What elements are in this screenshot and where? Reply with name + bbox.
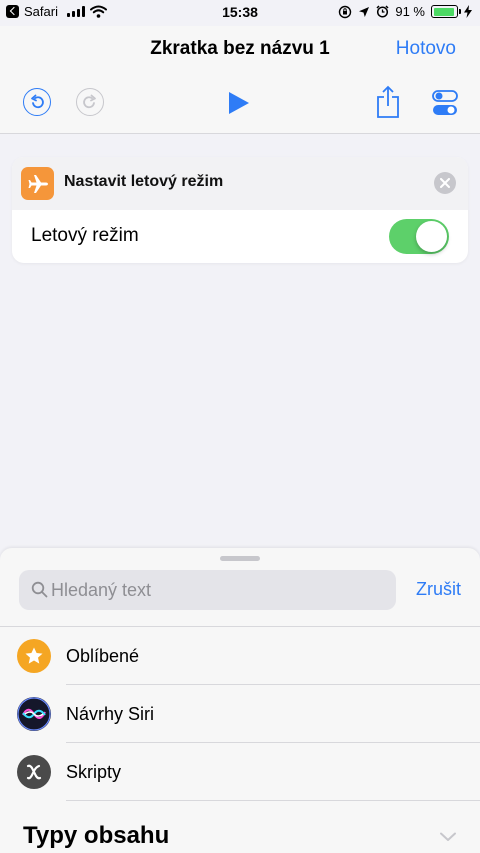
search-field[interactable]: [19, 570, 396, 610]
status-bar: Safari 15:38 91 %: [0, 0, 480, 26]
alarm-icon: [376, 5, 389, 18]
charging-icon: [464, 5, 472, 18]
category-scripting[interactable]: Skripty: [0, 743, 480, 801]
action-title: Nastavit letový režim: [64, 173, 224, 190]
redo-button[interactable]: [76, 88, 104, 116]
airplane-mode-toggle[interactable]: [389, 219, 449, 254]
play-icon: [229, 92, 249, 114]
airplane-mode-label: Letový režim: [31, 225, 139, 246]
remove-action-button[interactable]: [434, 172, 456, 194]
done-button[interactable]: Hotovo: [396, 38, 456, 60]
action-card[interactable]: Nastavit letový režim Letový režim: [12, 157, 468, 263]
rotation-lock-icon: [339, 5, 352, 18]
close-icon: [440, 178, 450, 188]
separator: [66, 800, 480, 801]
content-types-heading[interactable]: Typy obsahu: [23, 822, 169, 850]
redo-icon: [76, 88, 104, 116]
actions-sheet: Zrušit Oblíbené Návrhy Siri: [0, 548, 480, 853]
category-siri-suggestions[interactable]: Návrhy Siri: [0, 685, 480, 743]
siri-icon: [17, 697, 51, 731]
search-icon: [31, 581, 48, 603]
chevron-down-icon[interactable]: [440, 832, 456, 842]
share-icon: [377, 85, 399, 118]
settings-button[interactable]: [432, 89, 458, 122]
category-label: Návrhy Siri: [66, 704, 155, 724]
navigation-bar: Zkratka bez názvu 1 Hotovo: [0, 26, 480, 134]
star-icon: [17, 639, 51, 673]
action-header: Nastavit letový režim: [12, 157, 468, 210]
share-button[interactable]: [376, 85, 400, 124]
location-icon: [359, 6, 370, 17]
cancel-search-button[interactable]: Zrušit: [416, 579, 461, 600]
settings-toggles-icon: [432, 90, 458, 115]
battery-icon: [431, 5, 461, 18]
sheet-grabber[interactable]: [220, 556, 260, 561]
category-label: Oblíbené: [66, 646, 140, 666]
script-x-icon: [17, 755, 51, 789]
run-button[interactable]: [228, 91, 250, 120]
status-right: 91 %: [338, 4, 472, 19]
airplane-icon: [21, 167, 54, 200]
battery-percent: 91 %: [395, 4, 425, 19]
airplane-mode-row: Letový režim: [12, 210, 468, 263]
category-label: Skripty: [66, 762, 122, 782]
category-favorites[interactable]: Oblíbené: [0, 627, 480, 685]
toggle-knob: [416, 221, 447, 252]
undo-button[interactable]: [23, 88, 51, 116]
undo-icon: [23, 88, 51, 116]
search-input[interactable]: [49, 570, 389, 610]
